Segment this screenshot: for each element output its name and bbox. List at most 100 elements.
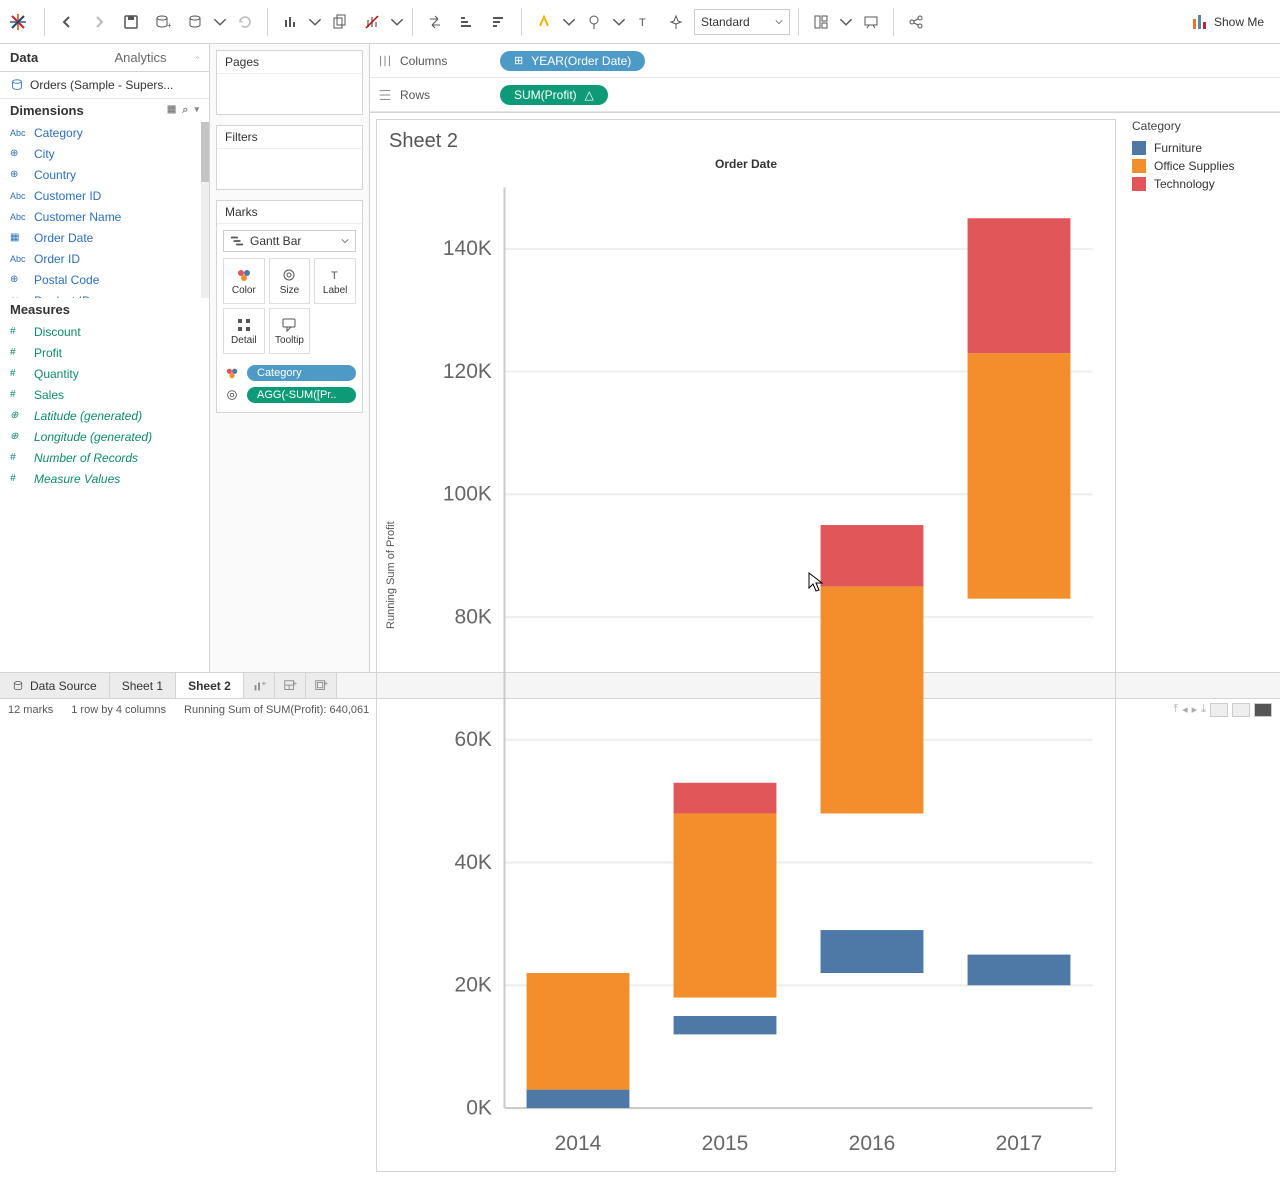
measures-header: Measures <box>0 298 209 321</box>
expand-icon: ⊞ <box>514 54 523 67</box>
columns-pill-year[interactable]: ⊞ YEAR(Order Date) <box>500 51 645 71</box>
field-latitude-generated-[interactable]: ⊕Latitude (generated) <box>0 405 209 426</box>
tab-sheet2[interactable]: Sheet 2 <box>176 673 244 698</box>
label-button[interactable]: T <box>630 8 658 36</box>
legend-item-office-supplies[interactable]: Office Supplies <box>1132 157 1270 175</box>
marks-size[interactable]: Size <box>269 258 311 304</box>
group-dropdown[interactable] <box>612 8 626 36</box>
refresh-button[interactable] <box>231 8 259 36</box>
viz-canvas[interactable]: Sheet 2 Order Date Running Sum of Profit… <box>376 119 1116 1172</box>
bar[interactable] <box>674 783 777 814</box>
tab-sheet1[interactable]: Sheet 1 <box>110 673 176 698</box>
new-worksheet-dropdown[interactable] <box>308 8 322 36</box>
search-icon[interactable]: ⌕ <box>182 104 188 117</box>
duplicate-button[interactable] <box>326 8 354 36</box>
field-country[interactable]: ⊕Country <box>0 164 209 185</box>
legend-item-technology[interactable]: Technology <box>1132 175 1270 193</box>
sort-asc-button[interactable] <box>453 8 481 36</box>
group-button[interactable] <box>580 8 608 36</box>
marks-pill-category[interactable]: Category <box>223 364 356 382</box>
nav-next-icon[interactable]: ▸ <box>1192 703 1198 717</box>
bar[interactable] <box>821 525 924 586</box>
field-postal-code[interactable]: ⊕Postal Code <box>0 269 209 290</box>
presentation-button[interactable] <box>857 8 885 36</box>
datasource-row[interactable]: Orders (Sample - Supers... <box>0 72 209 99</box>
sort-desc-button[interactable] <box>485 8 513 36</box>
new-worksheet-button[interactable] <box>276 8 304 36</box>
view-filmstrip-icon[interactable] <box>1232 703 1250 717</box>
back-button[interactable] <box>53 8 81 36</box>
bar[interactable] <box>674 813 777 997</box>
field-profit[interactable]: #Profit <box>0 342 209 363</box>
clear-dropdown[interactable] <box>390 8 404 36</box>
cards-button[interactable] <box>807 8 835 36</box>
bar[interactable] <box>968 353 1071 598</box>
pages-shelf[interactable] <box>217 74 362 114</box>
save-button[interactable] <box>117 8 145 36</box>
bar[interactable] <box>527 973 630 1090</box>
marks-color[interactable]: Color <box>223 258 265 304</box>
view-grid-icon[interactable]: ▦ <box>167 104 176 117</box>
view-tabs-icon[interactable] <box>1210 703 1228 717</box>
view-sorter-icon[interactable] <box>1254 703 1272 717</box>
field-order-date[interactable]: ▦Order Date <box>0 227 209 248</box>
auto-update-button[interactable] <box>181 8 209 36</box>
swap-button[interactable] <box>421 8 449 36</box>
field-measure-values[interactable]: #Measure Values <box>0 468 209 489</box>
forward-button[interactable] <box>85 8 113 36</box>
highlight-dropdown[interactable] <box>562 8 576 36</box>
columns-shelf[interactable]: Columns ⊞ YEAR(Order Date) <box>370 44 1280 78</box>
sheet-title[interactable]: Sheet 2 <box>389 130 1103 153</box>
highlight-button[interactable] <box>530 8 558 36</box>
field-sales[interactable]: #Sales <box>0 384 209 405</box>
clear-button[interactable] <box>358 8 386 36</box>
marks-label[interactable]: TLabel <box>314 258 356 304</box>
new-worksheet-tab[interactable]: + <box>244 673 275 698</box>
svg-text:2017: 2017 <box>996 1132 1043 1155</box>
svg-text:140K: 140K <box>443 237 492 260</box>
new-story-tab[interactable]: + <box>306 673 337 698</box>
bar[interactable] <box>821 586 924 813</box>
bar[interactable] <box>968 955 1071 986</box>
status-agg: Running Sum of SUM(Profit): 640,061 <box>184 704 369 716</box>
bar[interactable] <box>674 1016 777 1034</box>
filters-shelf[interactable] <box>217 149 362 189</box>
rows-pill-profit[interactable]: SUM(Profit) △ <box>500 85 608 105</box>
field-longitude-generated-[interactable]: ⊕Longitude (generated) <box>0 426 209 447</box>
nav-first-icon[interactable]: ⤒ <box>1173 703 1178 717</box>
legend-item-furniture[interactable]: Furniture <box>1132 139 1270 157</box>
rows-shelf[interactable]: Rows SUM(Profit) △ <box>370 78 1280 112</box>
new-datasource-button[interactable]: + <box>149 8 177 36</box>
bar[interactable] <box>527 1090 630 1108</box>
fit-select[interactable]: Standard <box>694 9 790 35</box>
marks-tooltip[interactable]: Tooltip <box>269 308 311 354</box>
share-button[interactable] <box>902 8 930 36</box>
marks-detail[interactable]: Detail <box>223 308 265 354</box>
scrollbar[interactable] <box>201 122 209 298</box>
show-me-button[interactable]: Show Me <box>1184 10 1272 34</box>
field-customer-id[interactable]: AbcCustomer ID <box>0 185 209 206</box>
auto-update-dropdown[interactable] <box>213 8 227 36</box>
field-city[interactable]: ⊕City <box>0 143 209 164</box>
nav-last-icon[interactable]: ⤓ <box>1201 703 1206 717</box>
new-dashboard-tab[interactable]: + <box>275 673 306 698</box>
menu-caret-icon[interactable]: ▾ <box>194 104 199 117</box>
cards-dropdown[interactable] <box>839 8 853 36</box>
field-number-of-records[interactable]: #Number of Records <box>0 447 209 468</box>
field-quantity[interactable]: #Quantity <box>0 363 209 384</box>
nav-prev-icon[interactable]: ◂ <box>1182 703 1188 717</box>
bar[interactable] <box>821 930 924 973</box>
bar[interactable] <box>968 218 1071 353</box>
field-discount[interactable]: #Discount <box>0 321 209 342</box>
pin-button[interactable] <box>662 8 690 36</box>
mark-type-select[interactable]: Gantt Bar <box>223 230 356 252</box>
field-category[interactable]: AbcCategory <box>0 122 209 143</box>
field-product-id[interactable]: AbcProduct ID <box>0 290 209 298</box>
tab-data[interactable]: Data <box>0 44 105 71</box>
field-order-id[interactable]: AbcOrder ID <box>0 248 209 269</box>
marks-pill-agg[interactable]: AGG(-SUM([Pr.. <box>223 386 356 404</box>
tab-analytics[interactable]: Analytics ◦ <box>105 44 210 71</box>
svg-text:+: + <box>261 679 265 688</box>
field-customer-name[interactable]: AbcCustomer Name <box>0 206 209 227</box>
tab-datasource[interactable]: Data Source <box>0 673 110 698</box>
